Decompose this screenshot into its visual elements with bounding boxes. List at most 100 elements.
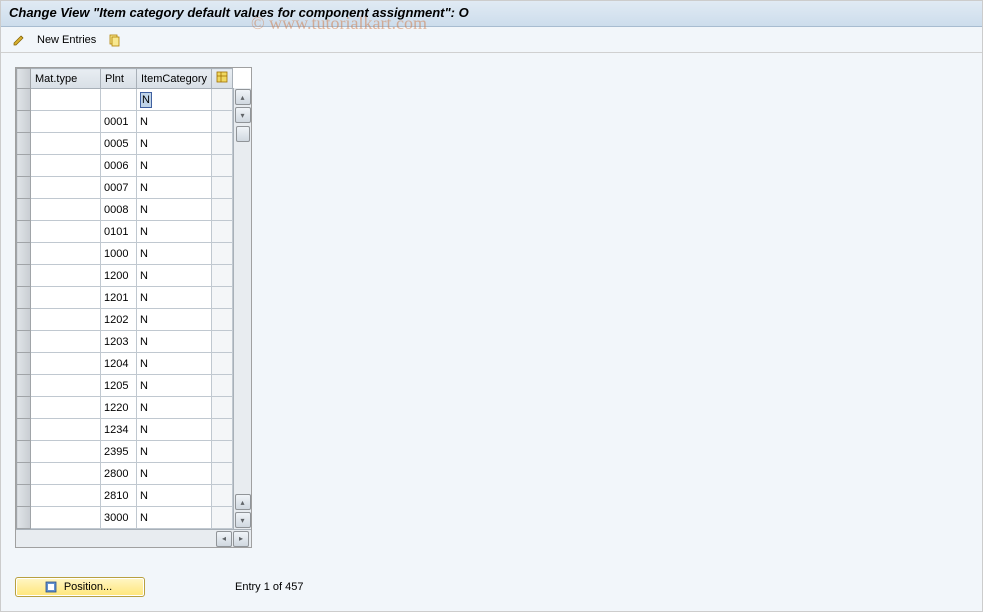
cell-plnt[interactable]: 0008 (101, 199, 137, 221)
cell-mat-type[interactable] (31, 419, 101, 441)
select-all-corner[interactable] (17, 69, 31, 89)
cell-mat-type[interactable] (31, 507, 101, 529)
cell-plnt[interactable]: 2800 (101, 463, 137, 485)
cell-item-category[interactable]: N (137, 287, 212, 309)
cell-mat-type[interactable] (31, 287, 101, 309)
cell-item-category[interactable]: N (137, 221, 212, 243)
cell-item-category[interactable]: N (137, 485, 212, 507)
cell-plnt[interactable]: 0101 (101, 221, 137, 243)
cell-mat-type[interactable] (31, 485, 101, 507)
cell-plnt[interactable]: 1203 (101, 331, 137, 353)
scroll-up-page-button[interactable]: ▴ (235, 494, 251, 510)
cell-plnt[interactable]: 1220 (101, 397, 137, 419)
cell-plnt[interactable]: 0006 (101, 155, 137, 177)
cell-mat-type[interactable] (31, 375, 101, 397)
copy-icon[interactable] (106, 32, 122, 48)
cell-item-category[interactable]: N (137, 133, 212, 155)
cell-mat-type[interactable] (31, 199, 101, 221)
cell-plnt[interactable]: 2810 (101, 485, 137, 507)
row-selector[interactable] (17, 89, 31, 111)
cell-plnt[interactable]: 1204 (101, 353, 137, 375)
scroll-down-step-button[interactable]: ▾ (235, 107, 251, 123)
scroll-thumb[interactable] (236, 126, 250, 142)
cell-item-category[interactable]: N (137, 199, 212, 221)
scroll-track[interactable] (234, 124, 251, 493)
cell-mat-type[interactable] (31, 243, 101, 265)
row-selector[interactable] (17, 397, 31, 419)
new-entries-button[interactable]: New Entries (33, 32, 100, 48)
cell-mat-type[interactable] (31, 221, 101, 243)
cell-plnt[interactable]: 1000 (101, 243, 137, 265)
cell-item-category[interactable]: N (137, 309, 212, 331)
cell-item-category[interactable]: N (137, 111, 212, 133)
cell-mat-type[interactable] (31, 265, 101, 287)
cell-mat-type[interactable] (31, 177, 101, 199)
cell-mat-type[interactable] (31, 89, 101, 111)
row-selector[interactable] (17, 485, 31, 507)
cell-item-category[interactable]: N (137, 353, 212, 375)
cell-item-category[interactable]: N (137, 243, 212, 265)
row-end-spacer (212, 199, 233, 221)
cell-item-category[interactable]: N (137, 331, 212, 353)
row-selector[interactable] (17, 287, 31, 309)
cell-plnt[interactable]: 0007 (101, 177, 137, 199)
row-selector[interactable] (17, 199, 31, 221)
row-selector[interactable] (17, 155, 31, 177)
row-selector[interactable] (17, 243, 31, 265)
cell-plnt[interactable]: 1200 (101, 265, 137, 287)
cell-mat-type[interactable] (31, 353, 101, 375)
cell-item-category[interactable]: N (137, 441, 212, 463)
cell-item-category[interactable]: N (137, 177, 212, 199)
row-selector[interactable] (17, 111, 31, 133)
cell-mat-type[interactable] (31, 155, 101, 177)
cell-plnt[interactable] (101, 89, 137, 111)
scroll-up-button[interactable]: ▴ (235, 89, 251, 105)
cell-plnt[interactable]: 1201 (101, 287, 137, 309)
cell-mat-type[interactable] (31, 331, 101, 353)
row-selector[interactable] (17, 133, 31, 155)
col-header-plnt[interactable]: Plnt (101, 69, 137, 89)
cell-item-category[interactable]: N (137, 375, 212, 397)
row-end-spacer (212, 221, 233, 243)
cell-mat-type[interactable] (31, 111, 101, 133)
cell-item-category[interactable]: N (137, 89, 212, 111)
cell-plnt[interactable]: 0001 (101, 111, 137, 133)
cell-mat-type[interactable] (31, 133, 101, 155)
footer-bar: Position... Entry 1 of 457 (15, 577, 968, 597)
position-button[interactable]: Position... (15, 577, 145, 597)
row-selector[interactable] (17, 463, 31, 485)
row-selector[interactable] (17, 331, 31, 353)
row-selector[interactable] (17, 507, 31, 529)
row-selector[interactable] (17, 419, 31, 441)
cell-plnt[interactable]: 0005 (101, 133, 137, 155)
cell-plnt[interactable]: 1205 (101, 375, 137, 397)
table-settings-button[interactable] (212, 69, 233, 89)
cell-plnt[interactable]: 1234 (101, 419, 137, 441)
cell-item-category[interactable]: N (137, 419, 212, 441)
row-selector[interactable] (17, 441, 31, 463)
cell-item-category[interactable]: N (137, 397, 212, 419)
row-selector[interactable] (17, 221, 31, 243)
cell-item-category[interactable]: N (137, 155, 212, 177)
row-selector[interactable] (17, 177, 31, 199)
row-selector[interactable] (17, 265, 31, 287)
scroll-down-button[interactable]: ▾ (235, 512, 251, 528)
cell-item-category[interactable]: N (137, 265, 212, 287)
cell-item-category[interactable]: N (137, 463, 212, 485)
cell-mat-type[interactable] (31, 463, 101, 485)
scroll-left-button[interactable]: ◂ (216, 531, 232, 547)
change-icon[interactable] (11, 32, 27, 48)
row-selector[interactable] (17, 375, 31, 397)
cell-plnt[interactable]: 1202 (101, 309, 137, 331)
cell-mat-type[interactable] (31, 309, 101, 331)
col-header-item-category[interactable]: ItemCategory (137, 69, 212, 89)
row-selector[interactable] (17, 309, 31, 331)
col-header-mat-type[interactable]: Mat.type (31, 69, 101, 89)
cell-plnt[interactable]: 3000 (101, 507, 137, 529)
cell-item-category[interactable]: N (137, 507, 212, 529)
cell-mat-type[interactable] (31, 397, 101, 419)
row-selector[interactable] (17, 353, 31, 375)
cell-plnt[interactable]: 2395 (101, 441, 137, 463)
cell-mat-type[interactable] (31, 441, 101, 463)
scroll-right-button[interactable]: ▸ (233, 531, 249, 547)
